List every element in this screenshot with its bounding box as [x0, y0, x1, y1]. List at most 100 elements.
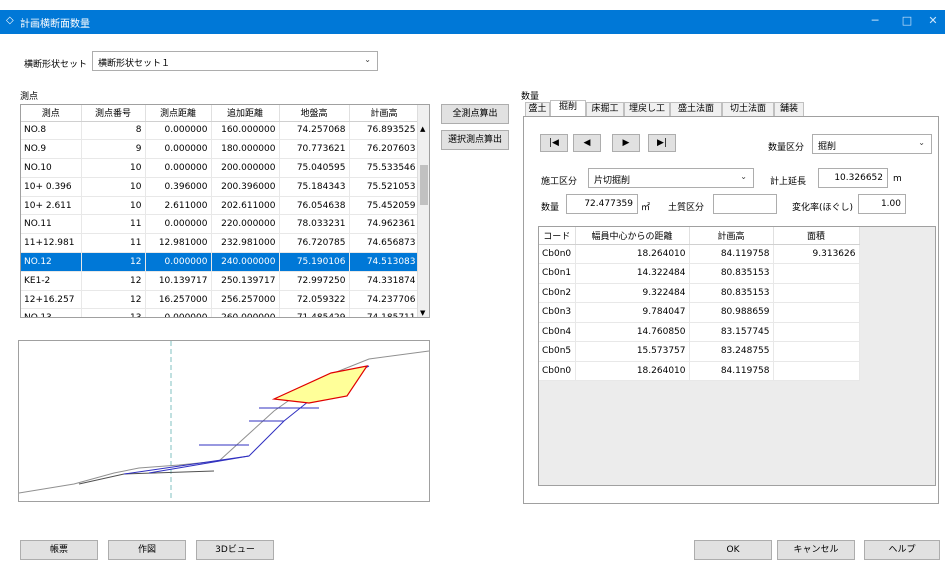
work-class-select[interactable]: 片切掘削 ⌄: [588, 168, 754, 188]
table-cell: 76.207603: [349, 139, 420, 160]
table-cell: 74.513083: [349, 252, 420, 272]
column-header[interactable]: コード: [539, 227, 576, 245]
scroll-thumb[interactable]: [420, 165, 428, 205]
stations-label: 測点: [20, 92, 39, 102]
table-cell: 76.054638: [279, 196, 350, 216]
tab-3[interactable]: 床掘工: [586, 102, 624, 117]
table-cell: 70.773621: [279, 139, 350, 160]
table-cell: 84.119758: [689, 244, 774, 264]
coordinate-table[interactable]: コード 幅員中心からの距離 計画高 面積 Cb0n0 18.264010 84.11975…: [538, 226, 936, 486]
soil-class-field[interactable]: [713, 194, 777, 214]
quantity-class-value: 掘削: [818, 142, 837, 152]
quantity-value: 72.477359: [584, 199, 633, 209]
table-cell: [773, 341, 860, 362]
minimize-icon[interactable]: ─: [864, 14, 886, 27]
table-cell: 75.533546: [349, 158, 420, 178]
column-header[interactable]: 測点距離: [145, 105, 212, 122]
column-header[interactable]: 測点: [21, 105, 82, 122]
table-cell: 75.452059: [349, 196, 420, 216]
table-row[interactable]: NO.9 9 0.000000 180.000000 70.773621 76.20760…: [21, 139, 420, 160]
table-row[interactable]: NO.12 12 0.000000 240.000000 75.190106 74.513…: [21, 252, 420, 272]
table-cell: 9.322484: [575, 283, 690, 303]
table-row[interactable]: Cb0n0 18.264010 84.119758 9.313626: [539, 244, 860, 264]
calc-selected-button[interactable]: 選択測点算出: [441, 130, 509, 150]
plan-length-value: 10.326652: [834, 173, 883, 183]
table-row[interactable]: 10+ 2.611 10 2.611000 202.611000 76.054638 75…: [21, 196, 420, 216]
table-cell: 0.000000: [145, 252, 212, 272]
table-row[interactable]: KE1-2 12 10.139717 250.139717 72.997250 74.33…: [21, 271, 420, 291]
column-header[interactable]: 追加距離: [211, 105, 280, 122]
column-header[interactable]: 面積: [773, 227, 860, 245]
tab-4[interactable]: 埋戻し工: [624, 102, 670, 117]
tab-1[interactable]: 盛土: [525, 102, 550, 117]
table-cell: 8: [81, 121, 146, 141]
calc-all-button[interactable]: 全測点算出: [441, 104, 509, 124]
table-row[interactable]: NO.11 11 0.000000 220.000000 78.033231 74.962…: [21, 214, 420, 235]
table-cell: NO.12: [21, 252, 82, 272]
table-cell: 78.033231: [279, 214, 350, 235]
change-rate-label: 変化率(ほぐし): [792, 203, 854, 213]
work-class-value: 片切掘削: [594, 176, 631, 186]
tab-2[interactable]: 掘削: [550, 100, 586, 116]
report-button[interactable]: 帳票: [20, 540, 98, 560]
column-header[interactable]: 計画高: [349, 105, 420, 122]
table-row[interactable]: NO.13130.000000260.00000071.48542974.185…: [21, 308, 420, 317]
column-header[interactable]: 幅員中心からの距離: [575, 227, 690, 245]
table-cell: 15.573757: [575, 341, 690, 362]
column-header[interactable]: 測点番号: [81, 105, 146, 122]
table-cell: 0.000000: [145, 214, 212, 235]
table-cell: 200.000000: [211, 158, 280, 178]
prev-record-button[interactable]: ◀: [573, 134, 601, 152]
table-cell: 9.313626: [773, 244, 860, 264]
table-row[interactable]: 12+16.257 12 16.257000 256.257000 72.059322 7…: [21, 290, 420, 310]
first-record-button[interactable]: |◀: [540, 134, 568, 152]
quantity-class-select[interactable]: 掘削 ⌄: [812, 134, 932, 154]
plan-length-unit: m: [893, 174, 902, 184]
next-record-button[interactable]: ▶: [612, 134, 640, 152]
table-cell: Cb0n3: [539, 302, 576, 323]
quantity-field[interactable]: 72.477359: [566, 194, 638, 214]
cancel-button[interactable]: キャンセル: [777, 540, 855, 560]
view-3d-button[interactable]: 3Dビュー: [196, 540, 274, 560]
last-record-button[interactable]: ▶|: [648, 134, 676, 152]
plan-length-field[interactable]: 10.326652: [818, 168, 888, 188]
table-cell: Cb0n0: [539, 244, 576, 264]
table-row[interactable]: Cb0n4 14.760850 83.157745: [539, 322, 860, 342]
table-cell: 256.257000: [211, 290, 280, 310]
table-row[interactable]: Cb0n5 15.573757 83.248755: [539, 341, 860, 362]
tab-7[interactable]: 舗装: [774, 102, 804, 117]
table-row[interactable]: Cb0n2 9.322484 80.835153: [539, 283, 860, 303]
table-cell: 14.760850: [575, 322, 690, 342]
table-cell: 11: [81, 214, 146, 235]
quantity-label: 数量: [521, 92, 540, 102]
table-row[interactable]: Cb0n1 14.322484 80.835153: [539, 263, 860, 284]
table-cell: 220.000000: [211, 214, 280, 235]
column-header[interactable]: 計画高: [689, 227, 774, 245]
table-row[interactable]: NO.10 10 0.000000 200.000000 75.040595 75.533…: [21, 158, 420, 178]
tab-6[interactable]: 切土法面: [722, 102, 774, 117]
maximize-icon[interactable]: □: [896, 14, 918, 27]
table-row[interactable]: NO.8 8 0.000000 160.000000 74.257068 76.89352…: [21, 121, 420, 141]
tab-5[interactable]: 盛土法面: [670, 102, 722, 117]
close-icon[interactable]: ✕: [922, 14, 944, 27]
scroll-up-icon[interactable]: ▲: [420, 125, 425, 133]
table-row[interactable]: Cb0n0 18.264010 84.119758: [539, 361, 860, 381]
table-row[interactable]: 11+12.981 11 12.981000 232.981000 76.720785 7…: [21, 233, 420, 254]
table-row[interactable]: Cb0n3 9.784047 80.988659: [539, 302, 860, 323]
column-header[interactable]: 地盤高: [279, 105, 350, 122]
stations-scrollbar[interactable]: ▲ ▼: [417, 105, 429, 317]
help-button[interactable]: ヘルプ: [864, 540, 940, 560]
ok-button[interactable]: OK: [694, 540, 772, 560]
draw-button[interactable]: 作図: [108, 540, 186, 560]
table-cell: NO.13: [21, 308, 82, 317]
table-cell: 12.981000: [145, 233, 212, 254]
scroll-down-icon[interactable]: ▼: [420, 309, 425, 317]
shape-set-select[interactable]: 横断形状セット１ ⌄: [92, 51, 378, 71]
table-cell: 2.611000: [145, 196, 212, 216]
stations-table[interactable]: 測点 測点番号 測点距離 追加距離 地盤高 計画高 NO.8 8 0.000000 160.00…: [20, 104, 430, 318]
change-rate-field[interactable]: 1.00: [858, 194, 906, 214]
table-row[interactable]: 10+ 0.396 10 0.396000 200.396000 75.184343 75…: [21, 177, 420, 197]
table-cell: 0.000000: [145, 139, 212, 160]
table-cell: 76.893525: [349, 121, 420, 141]
table-cell: 72.997250: [279, 271, 350, 291]
